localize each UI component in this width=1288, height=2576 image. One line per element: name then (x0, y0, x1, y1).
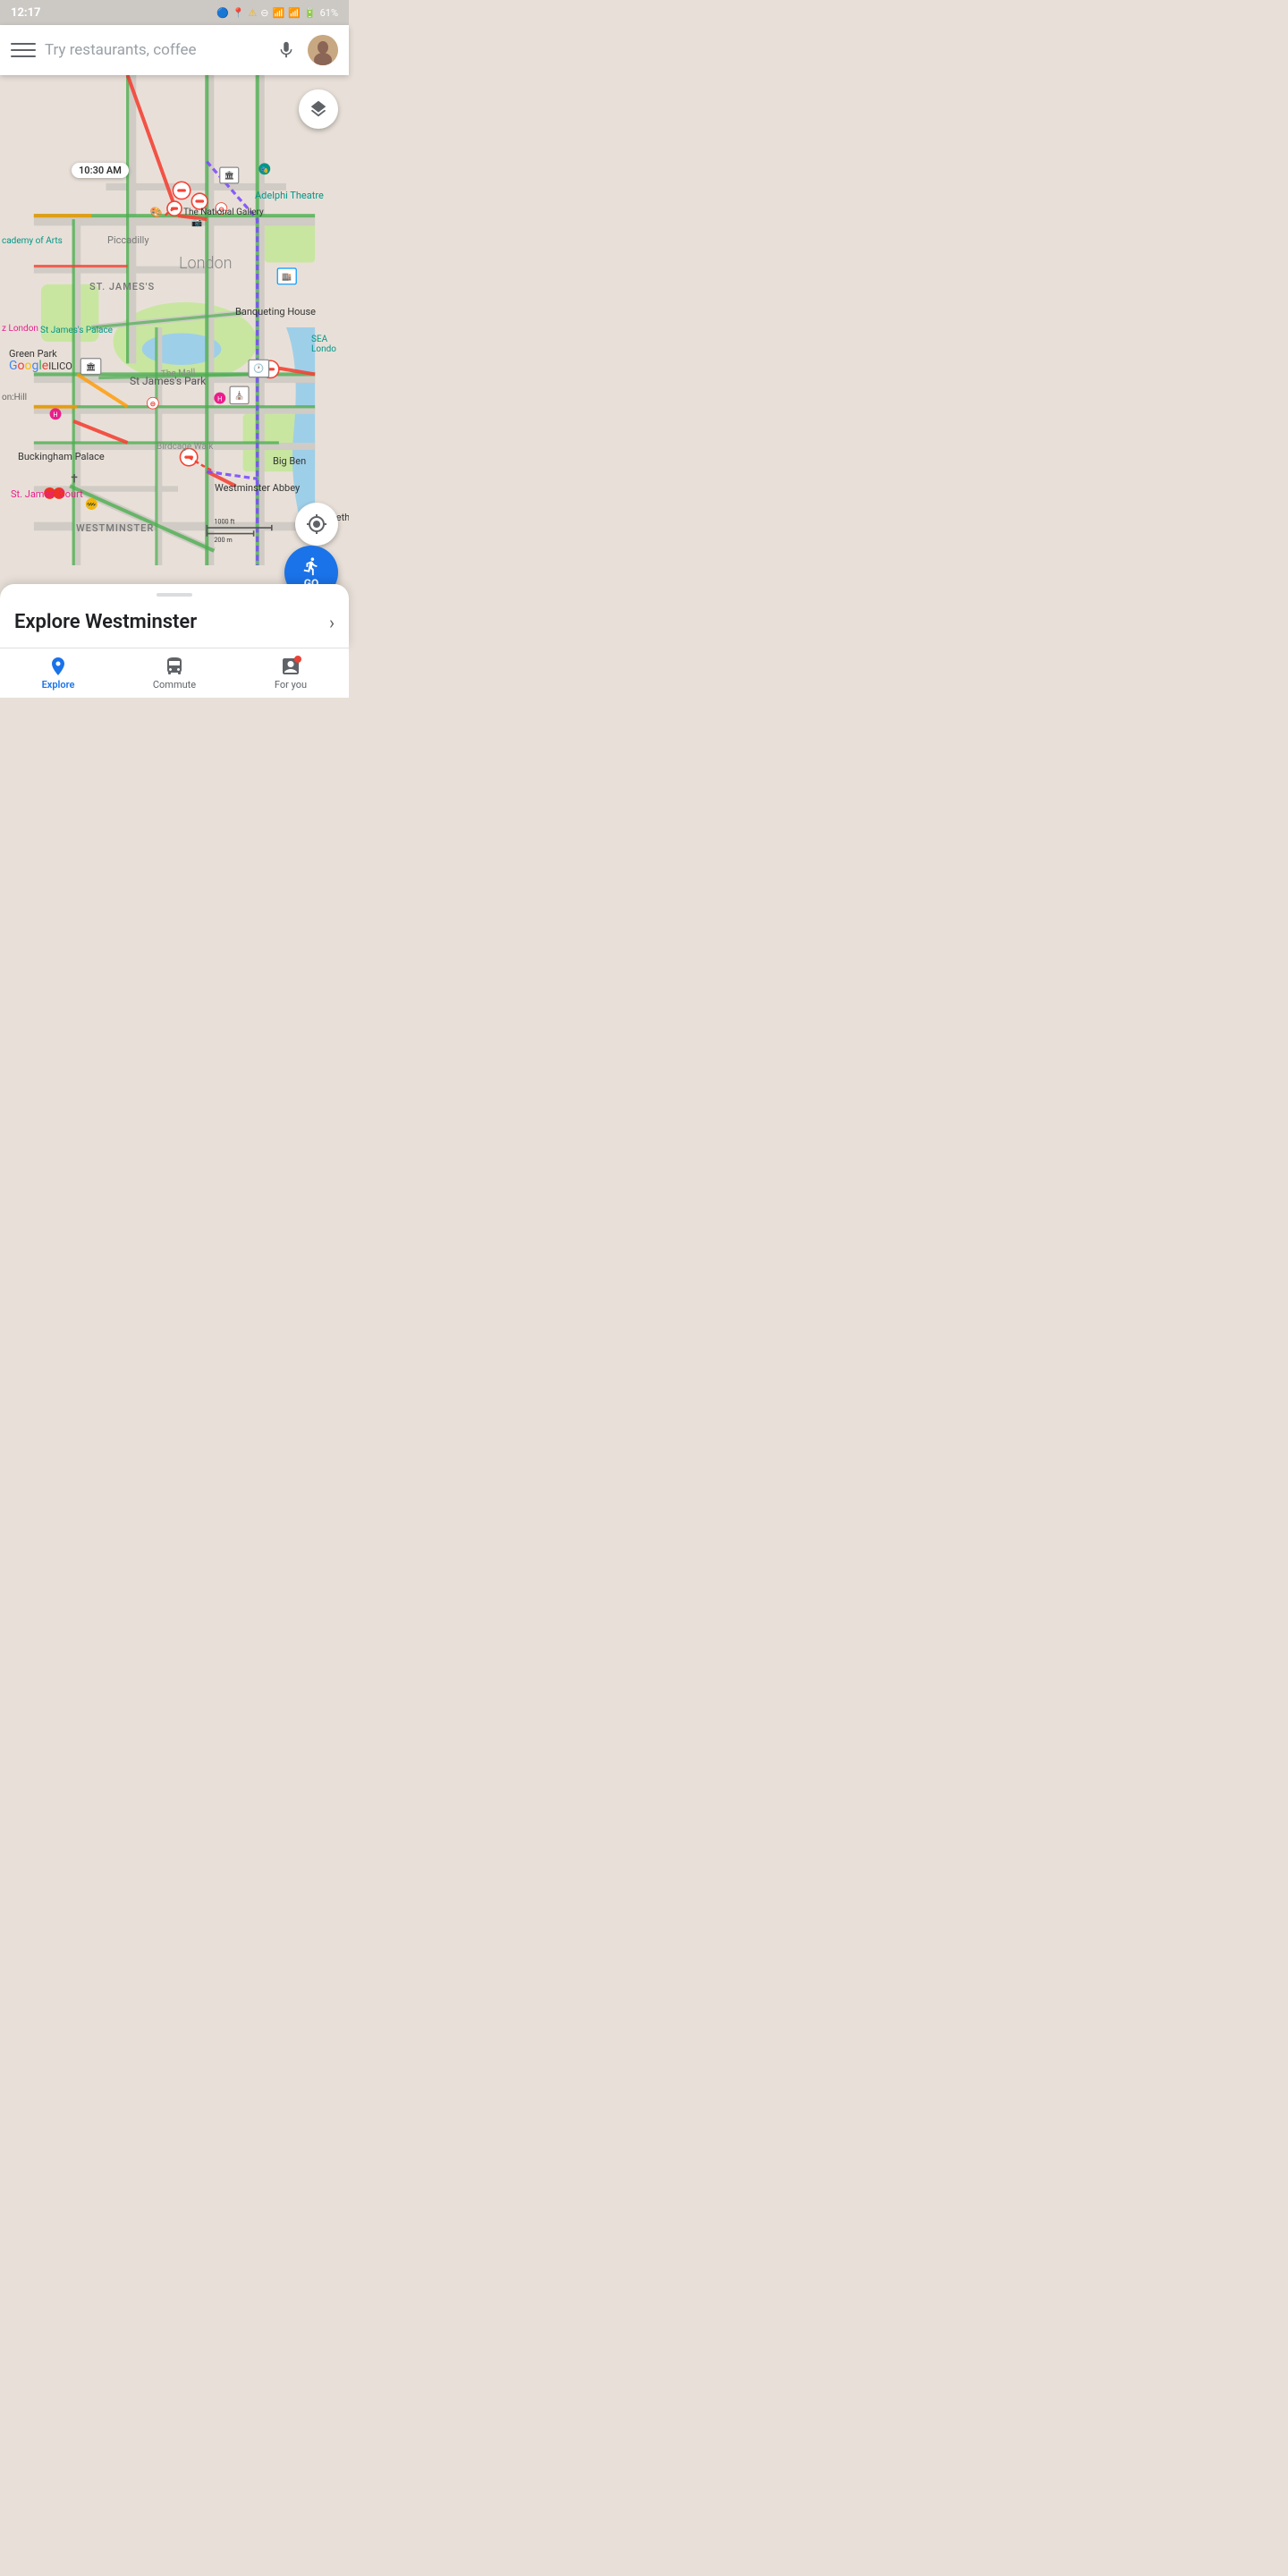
battery-icon: 🔋 (304, 7, 317, 19)
traffic-time-badge: 10:30 AM (72, 163, 129, 178)
svg-text:🕐: 🕐 (253, 363, 264, 374)
battery-level: 61% (320, 7, 338, 19)
nav-item-commute[interactable]: Commute (116, 648, 233, 698)
mic-button[interactable] (274, 38, 299, 63)
explore-arrow: › (329, 612, 335, 633)
commute-nav-label: Commute (153, 679, 196, 691)
menu-button[interactable] (11, 38, 36, 63)
svg-text:⛪: ⛪ (234, 390, 244, 401)
commute-nav-icon (164, 656, 185, 677)
user-avatar[interactable] (308, 35, 338, 65)
notification-dot (294, 656, 301, 663)
svg-text:H: H (217, 394, 222, 402)
bottom-nav: Explore Commute For you (0, 648, 349, 698)
wifi-icon: 📶 (272, 7, 284, 19)
foryou-nav-label: For you (275, 679, 307, 691)
explore-nav-label: Explore (42, 679, 75, 691)
svg-text:⊝: ⊝ (218, 205, 224, 213)
drag-handle[interactable] (157, 593, 192, 597)
svg-text:1000 ft: 1000 ft (214, 517, 235, 525)
notification-icon: ⚠ (248, 7, 257, 19)
map-area[interactable]: ⊝ ⊝ 🚧 🏛 🕐 ⛪ 🏛 🏬 H (0, 75, 349, 565)
location-button[interactable] (295, 503, 338, 546)
svg-text:🏬: 🏬 (282, 273, 292, 282)
svg-text:🚧: 🚧 (87, 501, 96, 509)
signal-icon: 📶 (288, 7, 301, 19)
svg-text:✝: ✝ (70, 472, 80, 486)
explore-nav-icon (47, 656, 69, 677)
dnd-icon: ⊖ (260, 7, 268, 19)
foryou-nav-icon (280, 656, 301, 677)
status-time: 12:17 (11, 6, 41, 20)
bluetooth-icon: 🔵 (216, 7, 229, 19)
explore-row[interactable]: Explore Westminster › (0, 604, 349, 644)
svg-text:🎭: 🎭 (260, 165, 268, 174)
nav-item-foryou[interactable]: For you (233, 648, 349, 698)
google-logo: GoogleILICO (9, 359, 72, 373)
search-input[interactable]: Try restaurants, coffee (45, 41, 265, 59)
explore-title: Explore Westminster (14, 611, 197, 633)
status-icons: 🔵 📍 ⚠ ⊖ 📶 📶 🔋 61% (216, 7, 338, 19)
status-bar: 12:17 🔵 📍 ⚠ ⊖ 📶 📶 🔋 61% (0, 0, 349, 25)
svg-text:🎨: 🎨 (150, 206, 163, 218)
svg-text:200 m: 200 m (214, 536, 232, 544)
bottom-sheet: Explore Westminster › (0, 584, 349, 648)
svg-text:🏛: 🏛 (225, 171, 234, 181)
nav-item-explore[interactable]: Explore (0, 648, 116, 698)
map-svg: ⊝ ⊝ 🚧 🏛 🕐 ⛪ 🏛 🏬 H (0, 75, 349, 565)
location-status-icon: 📍 (233, 7, 245, 19)
search-bar: Try restaurants, coffee (0, 25, 349, 75)
svg-text:⊝: ⊝ (150, 400, 156, 408)
svg-text:📷: 📷 (191, 218, 202, 228)
svg-text:🏛: 🏛 (86, 362, 96, 372)
layers-button[interactable] (299, 89, 338, 129)
svg-text:H: H (53, 411, 57, 419)
